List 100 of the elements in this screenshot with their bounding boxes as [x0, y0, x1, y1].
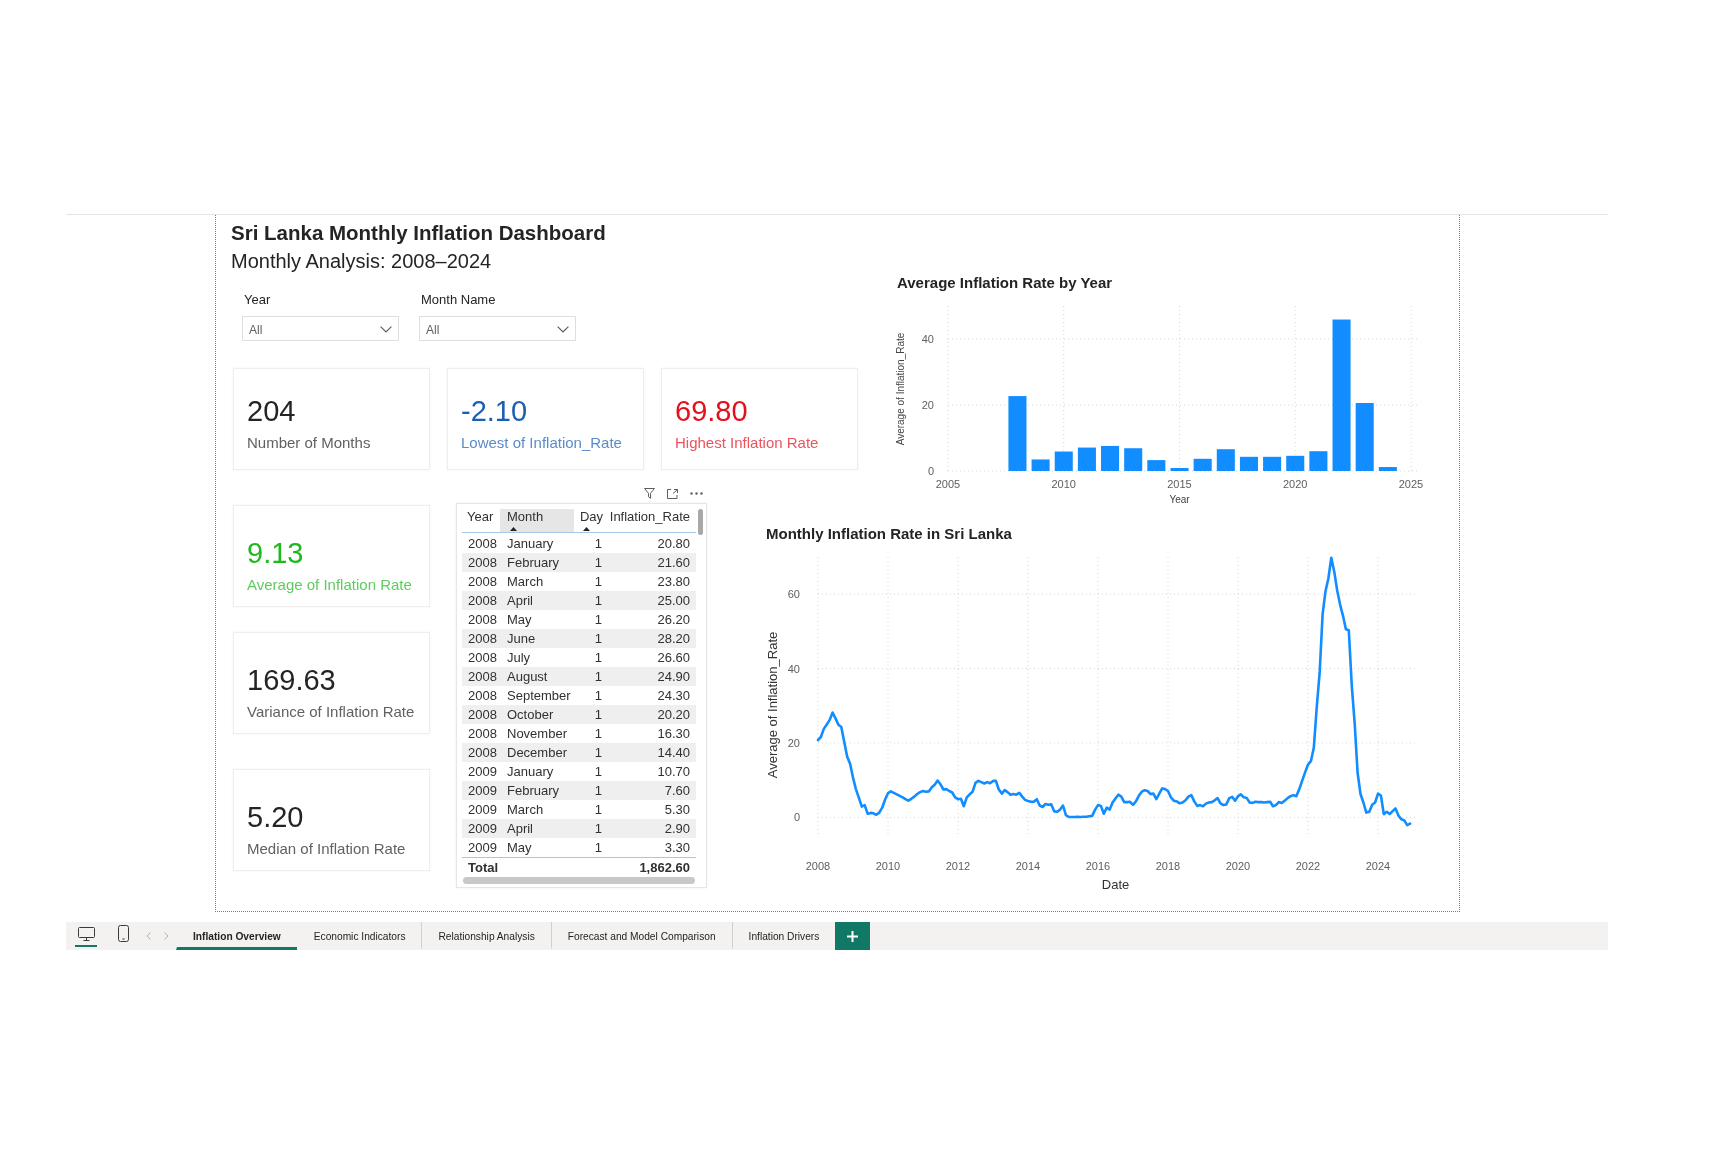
page-tab[interactable]: Forecast and Model Comparison	[550, 922, 732, 950]
table-cell: 28.20	[604, 629, 696, 648]
chart-title: Average Inflation Rate by Year	[897, 274, 1113, 292]
slicer-label: Year	[244, 292, 271, 308]
table-cell: 1	[574, 629, 604, 648]
axis-tick-label: 0	[793, 811, 800, 824]
table-cell-text: 3.30	[663, 839, 691, 857]
filter-icon[interactable]	[644, 488, 655, 499]
kpi-label: Number of Months	[247, 434, 371, 452]
axis-tick-label: 40	[921, 333, 934, 345]
axis-title: Average of Inflation_Rate	[895, 332, 906, 446]
chart-bar	[1286, 455, 1305, 471]
column-header[interactable]: Day	[574, 509, 604, 533]
page-tab[interactable]: Economic Indicators	[296, 922, 422, 950]
table-cell-text: 1	[593, 725, 603, 743]
axis-tick-label: 2022	[1295, 860, 1321, 872]
table-cell-text: 2008	[467, 725, 498, 743]
table-cell-text: 2009	[467, 801, 498, 819]
axis-tick-label: 2020	[1225, 860, 1251, 872]
table-cell: October	[500, 705, 574, 724]
table-cell-text: 26.20	[656, 611, 691, 629]
chevron-down-icon	[380, 326, 392, 333]
table-cell-text: 2008	[467, 573, 498, 591]
kpi-value: 69.80	[675, 395, 748, 428]
table-cell-text: 1	[593, 649, 603, 667]
axis-tick-label: 2014	[1015, 860, 1041, 872]
table-cell: 2008	[462, 705, 500, 724]
table-cell-text: 1	[593, 573, 603, 591]
kpi-label: Lowest of Inflation_Rate	[461, 434, 622, 452]
table-cell-text: 1	[593, 801, 603, 819]
slicer-dropdown[interactable]: All	[242, 316, 399, 341]
table-cell: 21.60	[604, 553, 696, 572]
table-cell: 1	[574, 819, 604, 838]
table-cell-text: 1	[593, 763, 603, 781]
chart-bar	[1309, 451, 1328, 471]
table-cell-text: 10.70	[656, 763, 691, 781]
table-cell: 2008	[462, 667, 500, 686]
more-options-icon[interactable]	[690, 492, 703, 495]
table-cell-text: May	[506, 839, 533, 857]
table-cell: 2009	[462, 781, 500, 800]
chart-bar	[1054, 451, 1073, 471]
kpi-label: Average of Inflation Rate	[247, 576, 412, 594]
axis-tick-label: 40	[787, 662, 800, 675]
table-cell-text: March	[506, 573, 545, 591]
axis-tick-label: 2025	[1398, 478, 1424, 490]
table-cell-text: May	[506, 611, 533, 629]
monitor-icon	[77, 926, 95, 941]
table-cell: 1	[574, 667, 604, 686]
report-subtitle: Monthly Analysis: 2008–2024	[231, 249, 492, 273]
table-cell: 2.90	[604, 819, 696, 838]
scrollbar-thumb[interactable]	[698, 509, 703, 535]
chart-bar	[1170, 468, 1189, 471]
scrollbar[interactable]	[463, 877, 695, 884]
page-tab[interactable]: Inflation Overview	[176, 922, 297, 950]
table-cell-text: 2008	[467, 611, 498, 629]
axis-title: Average of Inflation_Rate	[765, 631, 780, 779]
chart-title: Monthly Inflation Rate in Sri Lanka	[766, 525, 1012, 543]
chart-bar	[1147, 460, 1166, 471]
sort-arrow-icon	[582, 527, 590, 531]
table-cell: 1	[574, 705, 604, 724]
table-cell-text: September	[506, 687, 572, 705]
slicer-dropdown[interactable]: All	[419, 316, 576, 341]
table-cell: 1	[574, 591, 604, 610]
table-cell-text: 2009	[467, 839, 498, 857]
table-cell-text: March	[506, 801, 545, 819]
slicer-label: Month Name	[421, 292, 496, 308]
axis-tick-label: 20	[787, 737, 800, 749]
axis-tick-label: 2005	[935, 478, 961, 490]
chart-bar	[1031, 459, 1050, 471]
report-title: Sri Lanka Monthly Inflation Dashboard	[231, 221, 606, 245]
chart-bar	[1124, 448, 1143, 471]
table-cell: April	[500, 819, 574, 838]
table-cell: 7.60	[604, 781, 696, 800]
table-cell-text: 2008	[467, 535, 498, 553]
chart-bar	[1216, 449, 1235, 471]
axis-tick-label: 2008	[805, 860, 831, 872]
table-cell-text: 16.30	[656, 725, 691, 743]
sort-arrow-icon	[510, 527, 517, 531]
table-cell: 14.40	[604, 743, 696, 762]
page-tab[interactable]: Relationship Analysis	[421, 922, 551, 950]
expand-icon[interactable]	[667, 488, 678, 499]
table-cell: 1	[574, 781, 604, 800]
table-cell: 20.20	[604, 705, 696, 724]
kpi-value: 9.13	[247, 537, 304, 570]
table-cell: 2009	[462, 819, 500, 838]
table-cell-text: 5.30	[663, 801, 691, 819]
column-header[interactable]: Inflation_Rate	[604, 509, 696, 533]
chart-bar	[1101, 445, 1120, 471]
add-page-button[interactable]	[835, 922, 871, 950]
axis-tick-label: 2024	[1365, 860, 1391, 872]
table-cell: 2008	[462, 629, 500, 648]
column-header[interactable]: Month	[500, 509, 574, 533]
table-cell-text: 20.80	[656, 535, 691, 553]
axis-tick-label: 2010	[1051, 478, 1076, 490]
table-cell: 1,862.60	[639, 859, 690, 875]
chart-bar	[1355, 403, 1374, 471]
chevron-down-icon	[557, 326, 569, 333]
table-cell-text: 23.80	[656, 573, 691, 591]
kpi-value: 169.63	[247, 664, 336, 697]
axis-tick-label: 20	[921, 399, 934, 411]
